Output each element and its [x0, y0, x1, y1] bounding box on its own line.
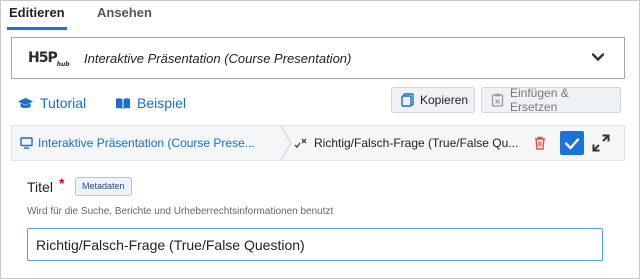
example-label: Beispiel [137, 95, 187, 111]
true-false-icon [294, 137, 308, 149]
tab-edit[interactable]: Editieren [7, 5, 67, 30]
copy-icon [401, 93, 414, 107]
breadcrumb-current-label: Richtig/Falsch-Frage (True/False Qu... [314, 136, 519, 150]
paste-label: Einfügen & Ersetzen [510, 86, 569, 114]
h5p-hub-logo: H5Phub [28, 50, 70, 68]
required-mark: * [59, 175, 65, 191]
breadcrumb-parent-label: Interaktive Präsentation (Course Prese..… [38, 136, 255, 150]
example-link[interactable]: Beispiel [115, 95, 186, 111]
breadcrumb: Interaktive Präsentation (Course Prese..… [11, 125, 625, 161]
field-description: Wird für die Suche, Berichte und Urheber… [27, 206, 334, 217]
metadata-button[interactable]: Metadaten [75, 177, 132, 196]
content-type-selector[interactable]: H5Phub Interaktive Präsentation (Course … [11, 37, 625, 79]
editor-tabs: Editieren Ansehen [1, 1, 639, 31]
breadcrumb-separator-icon [280, 126, 292, 160]
title-field-section: Titel * Metadaten Wird für die Suche, Be… [11, 161, 625, 273]
h5p-logo-sub: hub [56, 60, 70, 68]
graduation-cap-icon [17, 97, 34, 110]
selected-content-type: Interaktive Präsentation (Course Present… [84, 51, 352, 66]
editor-frame: Editieren Ansehen H5Phub Interaktive Prä… [0, 0, 640, 279]
monitor-icon [20, 137, 33, 149]
tab-view[interactable]: Ansehen [97, 5, 152, 20]
expand-icon[interactable] [592, 134, 610, 152]
title-label: Titel [27, 179, 53, 195]
breadcrumb-current: Richtig/Falsch-Frage (True/False Qu... [294, 136, 518, 150]
open-book-icon [115, 97, 131, 110]
h5p-logo-text: H5P [28, 50, 58, 66]
trash-icon[interactable] [532, 135, 548, 151]
breadcrumb-parent[interactable]: Interaktive Präsentation (Course Prese..… [20, 136, 255, 150]
tutorial-link[interactable]: Tutorial [17, 95, 86, 111]
chevron-down-icon[interactable] [592, 51, 604, 63]
tutorial-label: Tutorial [40, 95, 87, 111]
copy-label: Kopieren [420, 93, 469, 107]
copy-button[interactable]: Kopieren [391, 87, 475, 113]
checkmark-icon [564, 138, 580, 150]
paste-icon [491, 93, 504, 107]
done-button[interactable] [560, 131, 584, 155]
title-input[interactable] [27, 228, 603, 261]
paste-replace-button[interactable]: Einfügen & Ersetzen [481, 86, 621, 114]
